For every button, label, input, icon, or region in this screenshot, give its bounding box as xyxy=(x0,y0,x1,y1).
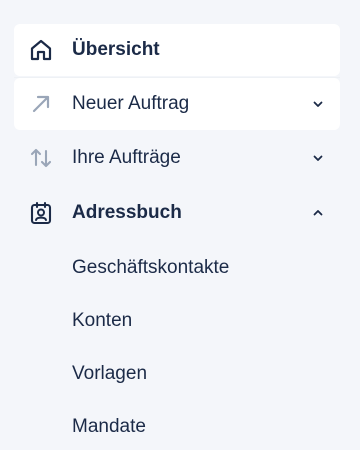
nav-item-new-order[interactable]: Neuer Auftrag xyxy=(14,78,340,130)
chevron-down-icon[interactable] xyxy=(310,96,326,112)
subnav-item-accounts[interactable]: Konten xyxy=(72,305,132,337)
home-icon xyxy=(28,37,54,63)
subnav-item-business-contacts[interactable]: Geschäftskontakte xyxy=(72,252,229,284)
contact-card-icon xyxy=(28,200,54,226)
nav-item-label: Adressbuch xyxy=(72,202,182,223)
nav-item-label: Ihre Aufträge xyxy=(72,147,181,168)
chevron-down-icon[interactable] xyxy=(310,150,326,166)
sidebar-nav: Übersicht Neuer Auftrag Ihre Aufträge Ad… xyxy=(0,0,360,450)
arrows-up-down-icon xyxy=(28,145,54,171)
arrow-up-right-icon xyxy=(28,91,54,117)
nav-item-your-orders[interactable]: Ihre Aufträge xyxy=(14,132,340,184)
subnav-item-templates[interactable]: Vorlagen xyxy=(72,358,147,390)
nav-item-overview[interactable]: Übersicht xyxy=(14,24,340,76)
nav-item-label: Übersicht xyxy=(72,39,160,60)
subnav-item-mandates[interactable]: Mandate xyxy=(72,411,146,443)
nav-item-address-book[interactable]: Adressbuch xyxy=(14,187,340,239)
nav-item-label: Neuer Auftrag xyxy=(72,93,190,114)
chevron-up-icon[interactable] xyxy=(310,205,326,221)
